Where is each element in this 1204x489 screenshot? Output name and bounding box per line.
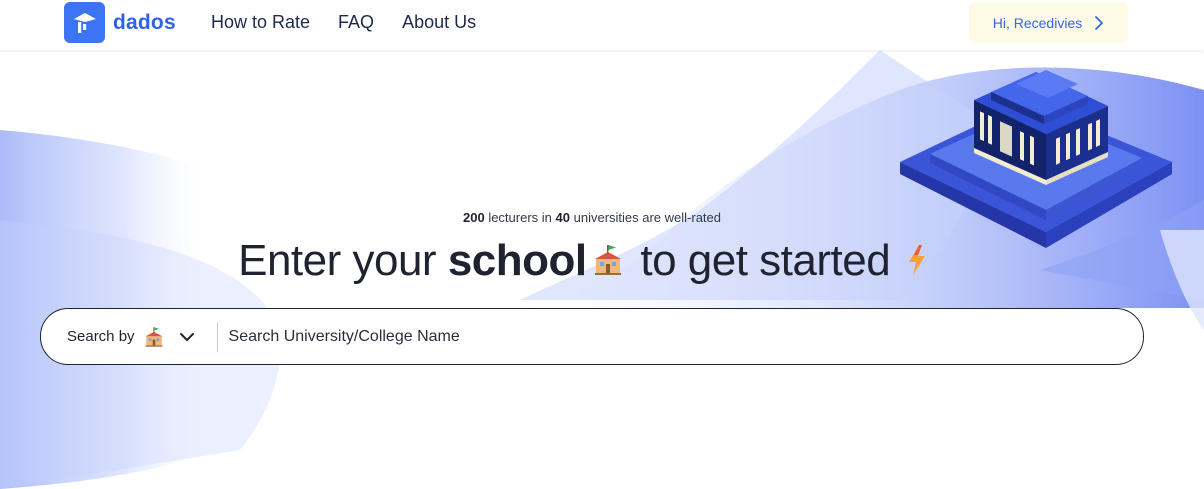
user-greeting: Hi, Recedivies — [992, 14, 1083, 31]
search-divider — [216, 321, 218, 352]
universities-count: 40 — [555, 210, 570, 225]
search-by-dropdown[interactable]: Search by — [67, 326, 195, 348]
school-emoji-icon — [591, 238, 625, 288]
headline-part-2: to get started — [640, 236, 891, 285]
search-bar: Search by — [40, 308, 1144, 365]
main-nav: How to Rate FAQ About Us — [211, 12, 504, 33]
chevron-down-icon[interactable] — [179, 332, 195, 342]
brand-name[interactable]: dados — [113, 11, 176, 35]
lecturers-count: 200 — [462, 210, 485, 225]
universities-text: universities are well-rated — [573, 210, 722, 225]
nav-faq[interactable]: FAQ — [338, 12, 374, 33]
rating-stats: 200 lecturers in 40 universities are wel… — [0, 210, 1184, 225]
chevron-right-icon — [1094, 15, 1104, 31]
lecturers-text: lecturers in — [488, 210, 552, 225]
graduation-cap-icon[interactable] — [64, 2, 105, 43]
hero-headline: Enter your school to get started — [0, 236, 1170, 288]
headline-highlight: school — [447, 236, 587, 285]
headline-part-1: Enter your — [238, 236, 437, 285]
search-input[interactable] — [228, 327, 1109, 346]
lightning-emoji-icon — [906, 238, 928, 288]
user-menu-button[interactable]: Hi, Recedivies — [969, 2, 1128, 43]
nav-how-to-rate[interactable]: How to Rate — [211, 12, 310, 33]
nav-about-us[interactable]: About Us — [402, 12, 476, 33]
brand[interactable]: dados — [64, 2, 176, 43]
top-navbar: dados How to Rate FAQ About Us Hi, Reced… — [0, 0, 1204, 50]
search-by-label: Search by — [67, 328, 135, 345]
school-emoji-icon — [143, 326, 165, 348]
